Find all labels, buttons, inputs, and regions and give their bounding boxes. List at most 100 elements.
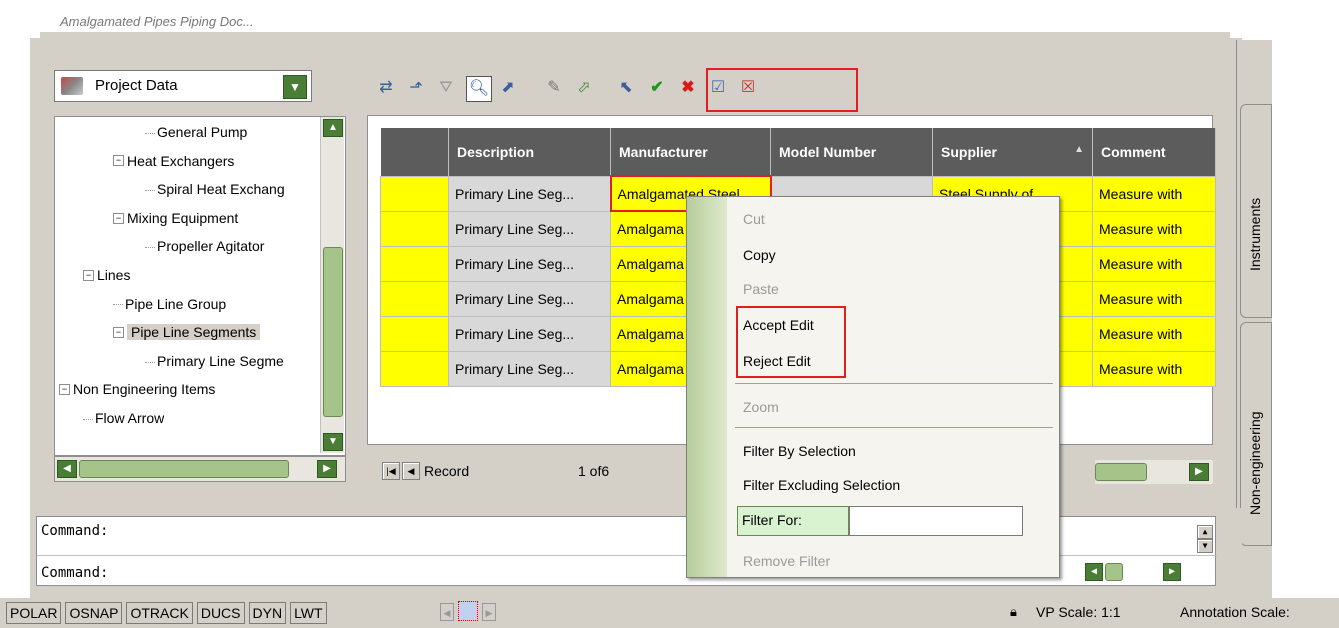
column-supplier[interactable]: Supplier ▲ <box>932 128 1093 176</box>
command-scroll-thumb[interactable] <box>1105 563 1123 581</box>
command-scroll-left-icon[interactable]: ◀ <box>1085 563 1103 581</box>
table-cell[interactable] <box>380 245 449 282</box>
table-cell[interactable]: Primary Line Seg... <box>448 315 611 352</box>
column-comment[interactable]: Comment <box>1092 128 1216 176</box>
table-cell[interactable]: Measure with <box>1092 315 1216 352</box>
command-line-2[interactable]: Command: <box>41 565 108 581</box>
tree-item[interactable]: − Pipe Line Segments <box>113 319 261 345</box>
tree-item[interactable]: Spiral Heat Exchang <box>145 176 285 202</box>
collapse-icon[interactable]: − <box>113 212 124 224</box>
tree-item[interactable]: Pipe Line Group <box>113 291 226 317</box>
lock-icon[interactable]: 🔒︎ <box>1010 604 1017 620</box>
table-cell[interactable] <box>380 315 449 352</box>
table-cell[interactable]: Primary Line Seg... <box>448 175 611 212</box>
project-dropdown[interactable]: Project Data ▼ <box>54 70 312 102</box>
model-space-icon[interactable] <box>458 601 478 621</box>
manage-icon[interactable]: ⬀ <box>572 76 596 100</box>
tree-item[interactable]: − Non Engineering Items <box>59 376 215 402</box>
zoom-icon[interactable]: 🔍︎ <box>466 76 492 102</box>
command-scroll-right-icon[interactable]: ▶ <box>1163 563 1181 581</box>
tab-instruments[interactable]: Instruments <box>1240 104 1272 318</box>
annotation-scale[interactable]: Annotation Scale: <box>1180 604 1290 620</box>
table-cell[interactable]: Measure with <box>1092 350 1216 387</box>
status-toggle-ducs[interactable]: DUCS <box>196 602 245 624</box>
menu-item-remove-filter: Remove Filter <box>743 553 831 569</box>
menu-separator <box>735 427 1053 428</box>
tree-item[interactable]: − Lines <box>83 262 130 288</box>
collapse-icon[interactable]: − <box>113 155 124 167</box>
menu-item-filter-excluding-selection[interactable]: Filter Excluding Selection <box>743 471 900 499</box>
command-line-1: Command: <box>41 523 109 539</box>
record-navigator: |◀ ◀ Record 1 of6 <box>382 460 702 484</box>
chevron-down-icon[interactable]: ▼ <box>283 75 307 99</box>
collapse-icon[interactable]: − <box>83 269 94 281</box>
tree-item[interactable]: General Pump <box>145 119 247 145</box>
scroll-left-icon[interactable]: ◀ <box>57 460 77 478</box>
collapse-icon[interactable]: − <box>59 384 70 396</box>
table-cell[interactable]: Primary Line Seg... <box>448 210 611 247</box>
table-cell[interactable]: Primary Line Seg... <box>448 245 611 282</box>
column-description[interactable]: Description <box>448 128 611 176</box>
tree-item[interactable]: − Mixing Equipment <box>113 205 238 231</box>
accept-edit-icon[interactable]: ✔ <box>645 76 669 100</box>
column-manufacturer[interactable]: Manufacturer <box>610 128 771 176</box>
scroll-down-icon[interactable]: ▼ <box>323 433 343 451</box>
select-icon[interactable]: ⬉ <box>614 76 638 100</box>
filter-for-input[interactable] <box>849 506 1023 536</box>
table-cell[interactable]: Measure with <box>1092 280 1216 317</box>
tree-item-label: Heat Exchangers <box>127 152 235 169</box>
menu-item-filter-by-selection[interactable]: Filter By Selection <box>743 437 856 465</box>
tree-item[interactable]: Flow Arrow <box>83 405 164 431</box>
table-cell[interactable]: Measure with <box>1092 175 1216 212</box>
tree-item-label: Non Engineering Items <box>73 381 216 398</box>
vp-scale[interactable]: VP Scale: 1:1 <box>1036 604 1121 620</box>
row-header-column[interactable] <box>380 128 449 176</box>
tree-horizontal-scrollbar[interactable]: ◀ ▶ <box>54 456 346 482</box>
status-toggle-dyn[interactable]: DYN <box>248 602 287 624</box>
import-icon[interactable]: ⬏ <box>404 76 428 100</box>
first-record-icon[interactable]: |◀ <box>382 462 400 480</box>
collapse-icon[interactable]: − <box>113 326 124 338</box>
table-cell[interactable]: Primary Line Seg... <box>448 280 611 317</box>
h-scroll-thumb[interactable] <box>79 460 289 478</box>
reject-edit-icon[interactable]: ✖ <box>676 76 700 100</box>
scroll-right-icon[interactable]: ▶ <box>317 460 337 478</box>
grid-scroll-right-icon[interactable]: ▶ <box>1189 463 1209 481</box>
table-cell[interactable]: Measure with <box>1092 245 1216 282</box>
table-cell[interactable]: Measure with <box>1092 210 1216 247</box>
table-cell[interactable] <box>380 175 449 212</box>
tab-non-engineering[interactable]: Non-engineering <box>1240 322 1272 546</box>
export-icon[interactable]: ⇄ <box>374 76 398 100</box>
tree-vertical-scrollbar[interactable]: ▲ ▼ <box>320 117 344 453</box>
tree-line <box>145 361 155 363</box>
command-scroll-down-icon[interactable]: ▼ <box>1197 539 1213 553</box>
command-scroll-up-icon[interactable]: ▲ <box>1197 525 1213 539</box>
menu-item-paste: Paste <box>743 281 779 297</box>
layout-nav-next-icon[interactable]: ▶ <box>482 603 496 621</box>
grid-horizontal-scrollbar[interactable]: ▶ <box>1095 460 1213 484</box>
table-cell[interactable] <box>380 280 449 317</box>
table-cell[interactable] <box>380 350 449 387</box>
navigate-icon[interactable]: ⬈ <box>496 76 520 100</box>
filter-icon[interactable]: ⛛ <box>434 76 458 100</box>
status-toggle-osnap[interactable]: OSNAP <box>65 602 123 624</box>
tree-line <box>145 132 155 134</box>
menu-item-copy[interactable]: Copy <box>743 241 776 269</box>
status-toggle-polar[interactable]: POLAR <box>6 602 62 624</box>
grid-h-scroll-thumb[interactable] <box>1095 463 1147 481</box>
table-cell[interactable] <box>380 210 449 247</box>
status-toggle-otrack[interactable]: OTRACK <box>126 602 193 624</box>
project-data-icon <box>61 77 83 95</box>
previous-record-icon[interactable]: ◀ <box>402 462 420 480</box>
tree-item[interactable]: Propeller Agitator <box>145 233 264 259</box>
hide-icon[interactable]: ✎ <box>542 76 566 100</box>
scroll-up-icon[interactable]: ▲ <box>323 119 343 137</box>
menu-item-filter-for[interactable]: Filter For: <box>737 506 849 536</box>
scroll-thumb[interactable] <box>323 247 343 417</box>
tree-item[interactable]: − Heat Exchangers <box>113 148 234 174</box>
layout-nav-prev-icon[interactable]: ◀ <box>440 603 454 621</box>
status-toggle-lwt[interactable]: LWT <box>290 602 327 624</box>
tree-item[interactable]: Primary Line Segme <box>145 348 284 374</box>
column-model-number[interactable]: Model Number <box>770 128 933 176</box>
table-cell[interactable]: Primary Line Seg... <box>448 350 611 387</box>
